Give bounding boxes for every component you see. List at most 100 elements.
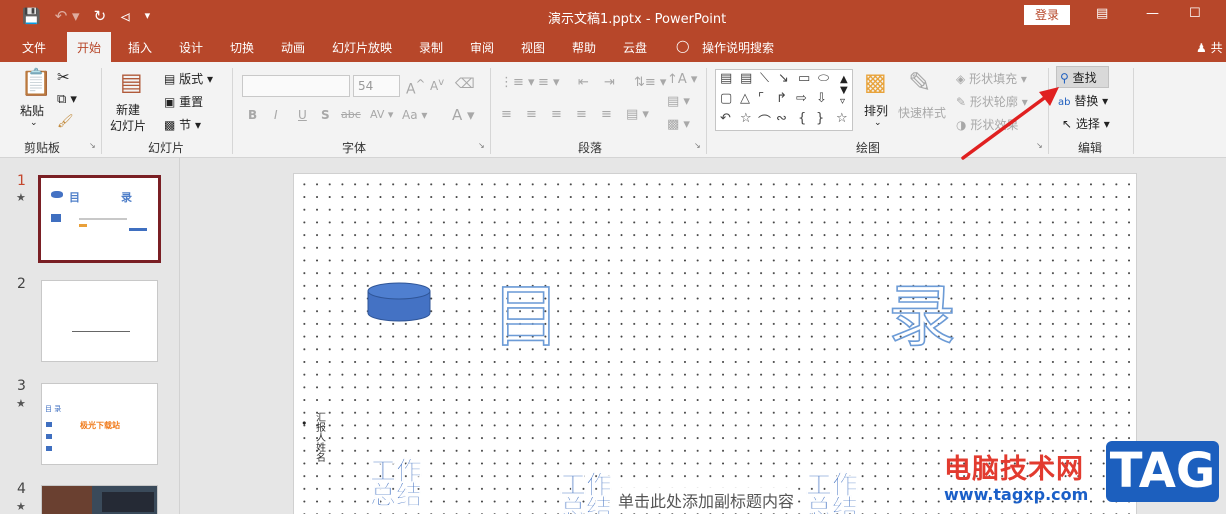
font-size-field[interactable]: 54 bbox=[353, 75, 400, 97]
elbow-connector-shape-icon[interactable]: ⌜ bbox=[758, 91, 764, 106]
change-case-button[interactable]: Aa ▾ bbox=[402, 108, 427, 122]
line-spacing-icon[interactable]: ⇅≡ ▾ bbox=[634, 75, 666, 90]
login-button[interactable]: 登录 bbox=[1024, 5, 1070, 25]
freeform-shape-icon[interactable]: ↶ bbox=[720, 111, 731, 126]
tab-review[interactable]: 审阅 bbox=[470, 39, 494, 56]
bold-button[interactable]: B bbox=[248, 108, 257, 122]
numbering-icon[interactable]: ≡ ▾ bbox=[538, 75, 560, 90]
tab-transitions[interactable]: 切换 bbox=[230, 39, 254, 56]
clipboard-launcher-icon[interactable]: ↘ bbox=[89, 141, 96, 150]
smartart-icon[interactable]: ▩ ▾ bbox=[667, 117, 690, 132]
curved-connector-shape-icon[interactable]: ↱ bbox=[776, 91, 787, 106]
decrease-font-icon[interactable]: Av bbox=[430, 77, 444, 93]
title-char-mu[interactable]: 目 bbox=[491, 281, 561, 355]
gallery-more-icon[interactable]: ▲ ▼ ▿ bbox=[840, 74, 848, 107]
font-color-button[interactable]: A ▾ bbox=[452, 106, 475, 124]
line-shape-icon[interactable]: ⟍ bbox=[760, 71, 769, 86]
tab-insert[interactable]: 插入 bbox=[128, 39, 152, 56]
curve-shape-icon[interactable]: ∾ bbox=[776, 111, 787, 126]
text-direction-icon[interactable]: ↑A ▾ bbox=[667, 72, 697, 87]
quick-styles-icon[interactable]: ✎ bbox=[908, 66, 931, 99]
vertical-textbox-shape-icon[interactable]: ▤ bbox=[740, 71, 752, 86]
clear-format-icon[interactable]: ⌫ bbox=[455, 76, 475, 92]
layout-button[interactable]: ▤ 版式 ▾ bbox=[164, 70, 213, 87]
paste-dropdown-icon[interactable]: ⌄ bbox=[30, 118, 38, 128]
paragraph-launcher-icon[interactable]: ↘ bbox=[694, 141, 701, 150]
rectangle-shape-icon[interactable]: ▭ bbox=[798, 71, 810, 86]
copy-icon[interactable]: ⧉ ▾ bbox=[57, 92, 77, 107]
redo-icon[interactable]: ↻ bbox=[94, 6, 107, 26]
paste-icon[interactable]: 📋 bbox=[20, 68, 52, 98]
slide-thumbnail-3[interactable]: 目 录 极光下载站 bbox=[41, 383, 158, 465]
cut-icon[interactable]: ✂ bbox=[57, 68, 70, 86]
maximize-icon[interactable]: ☐ bbox=[1189, 6, 1201, 21]
share-button[interactable]: ♟ 共 bbox=[1196, 39, 1223, 56]
present-icon[interactable]: ⏿ bbox=[120, 6, 131, 26]
work-summary-text-2[interactable]: 工作 总结 bbox=[560, 473, 613, 514]
strikethrough-button[interactable]: abc bbox=[341, 108, 361, 121]
arrow-line-shape-icon[interactable]: ↘ bbox=[778, 71, 789, 86]
brace-left-shape-icon[interactable]: { bbox=[798, 111, 806, 126]
align-text-icon[interactable]: ▤ ▾ bbox=[667, 94, 690, 109]
subtitle-placeholder[interactable]: 单击此处添加副标题内容 bbox=[618, 488, 795, 512]
font-launcher-icon[interactable]: ↘ bbox=[478, 141, 485, 150]
paste-button[interactable]: 粘贴 bbox=[20, 102, 44, 119]
title-char-lu[interactable]: 录 bbox=[887, 281, 957, 355]
shapes-gallery[interactable]: ▤ ▤ ⟍ ↘ ▭ ⬭ ▢ △ ⌜ ↱ ⇨ ⇩ ↶ ☆ ⌒ ∾ { } ☆ bbox=[715, 69, 853, 131]
columns-icon[interactable]: ▤ ▾ bbox=[626, 107, 649, 122]
ribbon-display-icon[interactable]: ▤ bbox=[1096, 6, 1108, 21]
tab-view[interactable]: 视图 bbox=[521, 39, 545, 56]
char-spacing-button[interactable]: AV ▾ bbox=[370, 108, 393, 121]
new-slide-icon[interactable]: ▤ bbox=[120, 68, 143, 96]
minimize-icon[interactable]: — bbox=[1146, 6, 1159, 21]
rounded-rect-shape-icon[interactable]: ▢ bbox=[720, 91, 732, 106]
tell-me-search[interactable]: 操作说明搜索 bbox=[702, 39, 774, 56]
slide-thumbnail-1[interactable]: 目 录 bbox=[38, 175, 161, 263]
tab-cloud[interactable]: 云盘 bbox=[623, 39, 647, 56]
italic-button[interactable]: I bbox=[274, 108, 278, 122]
arrange-icon[interactable]: ▩ bbox=[864, 68, 887, 96]
triangle-shape-icon[interactable]: △ bbox=[740, 91, 750, 106]
slide-thumbnail-2[interactable] bbox=[41, 280, 158, 362]
distribute-icon[interactable]: ≡ bbox=[601, 107, 612, 122]
increase-font-icon[interactable]: A^ bbox=[406, 77, 425, 98]
section-button[interactable]: ▩ 节 ▾ bbox=[164, 116, 201, 133]
tab-help[interactable]: 帮助 bbox=[572, 39, 596, 56]
work-summary-text-3[interactable]: 工作 总结 bbox=[806, 473, 859, 514]
align-center-icon[interactable]: ≡ bbox=[526, 107, 537, 122]
down-arrow-shape-icon[interactable]: ⇩ bbox=[816, 91, 827, 106]
right-arrow-shape-icon[interactable]: ⇨ bbox=[796, 91, 807, 106]
arrange-dropdown-icon[interactable]: ⌄ bbox=[874, 118, 882, 128]
arrange-button[interactable]: 排列 bbox=[864, 102, 888, 119]
cylinder-shape[interactable] bbox=[366, 282, 432, 324]
format-painter-icon[interactable]: 🖌 bbox=[57, 114, 74, 129]
save-icon[interactable]: 💾 bbox=[22, 6, 41, 26]
align-left-icon[interactable]: ≡ bbox=[501, 107, 512, 122]
work-summary-text-1[interactable]: 工作 总结 bbox=[370, 459, 423, 510]
star5-shape-icon[interactable]: ☆ bbox=[836, 111, 848, 126]
align-right-icon[interactable]: ≡ bbox=[551, 107, 562, 122]
undo-icon[interactable]: ↶ ▾ bbox=[55, 6, 80, 26]
bullets-icon[interactable]: ⋮≡ ▾ bbox=[500, 75, 535, 90]
tab-record[interactable]: 录制 bbox=[419, 39, 443, 56]
tab-home[interactable]: 开始 bbox=[67, 32, 112, 63]
customize-qat-icon[interactable]: ▾ bbox=[145, 6, 151, 26]
justify-icon[interactable]: ≡ bbox=[576, 107, 587, 122]
font-name-field[interactable] bbox=[242, 75, 350, 97]
tab-slideshow[interactable]: 幻灯片放映 bbox=[332, 39, 392, 56]
quick-styles-button[interactable]: 快速样式 bbox=[898, 104, 946, 121]
arc-shape-icon[interactable]: ⌒ bbox=[758, 111, 771, 130]
decrease-indent-icon[interactable]: ⇤ bbox=[578, 75, 589, 90]
underline-button[interactable]: U bbox=[298, 108, 307, 122]
star-shape-icon[interactable]: ☆ bbox=[740, 111, 752, 126]
reset-button[interactable]: ▣ 重置 bbox=[164, 93, 203, 110]
new-slide-button[interactable]: 新建 幻灯片 bbox=[110, 102, 146, 134]
brace-right-shape-icon[interactable]: } bbox=[816, 111, 824, 126]
tab-animations[interactable]: 动画 bbox=[281, 39, 305, 56]
textbox-shape-icon[interactable]: ▤ bbox=[720, 71, 732, 86]
increase-indent-icon[interactable]: ⇥ bbox=[604, 75, 615, 90]
presenter-name-vertical[interactable]: 汇报人姓名 bbox=[316, 414, 332, 464]
oval-shape-icon[interactable]: ⬭ bbox=[818, 71, 829, 86]
tab-design[interactable]: 设计 bbox=[179, 39, 203, 56]
select-button[interactable]: ↖ 选择 ▾ bbox=[1062, 115, 1110, 132]
